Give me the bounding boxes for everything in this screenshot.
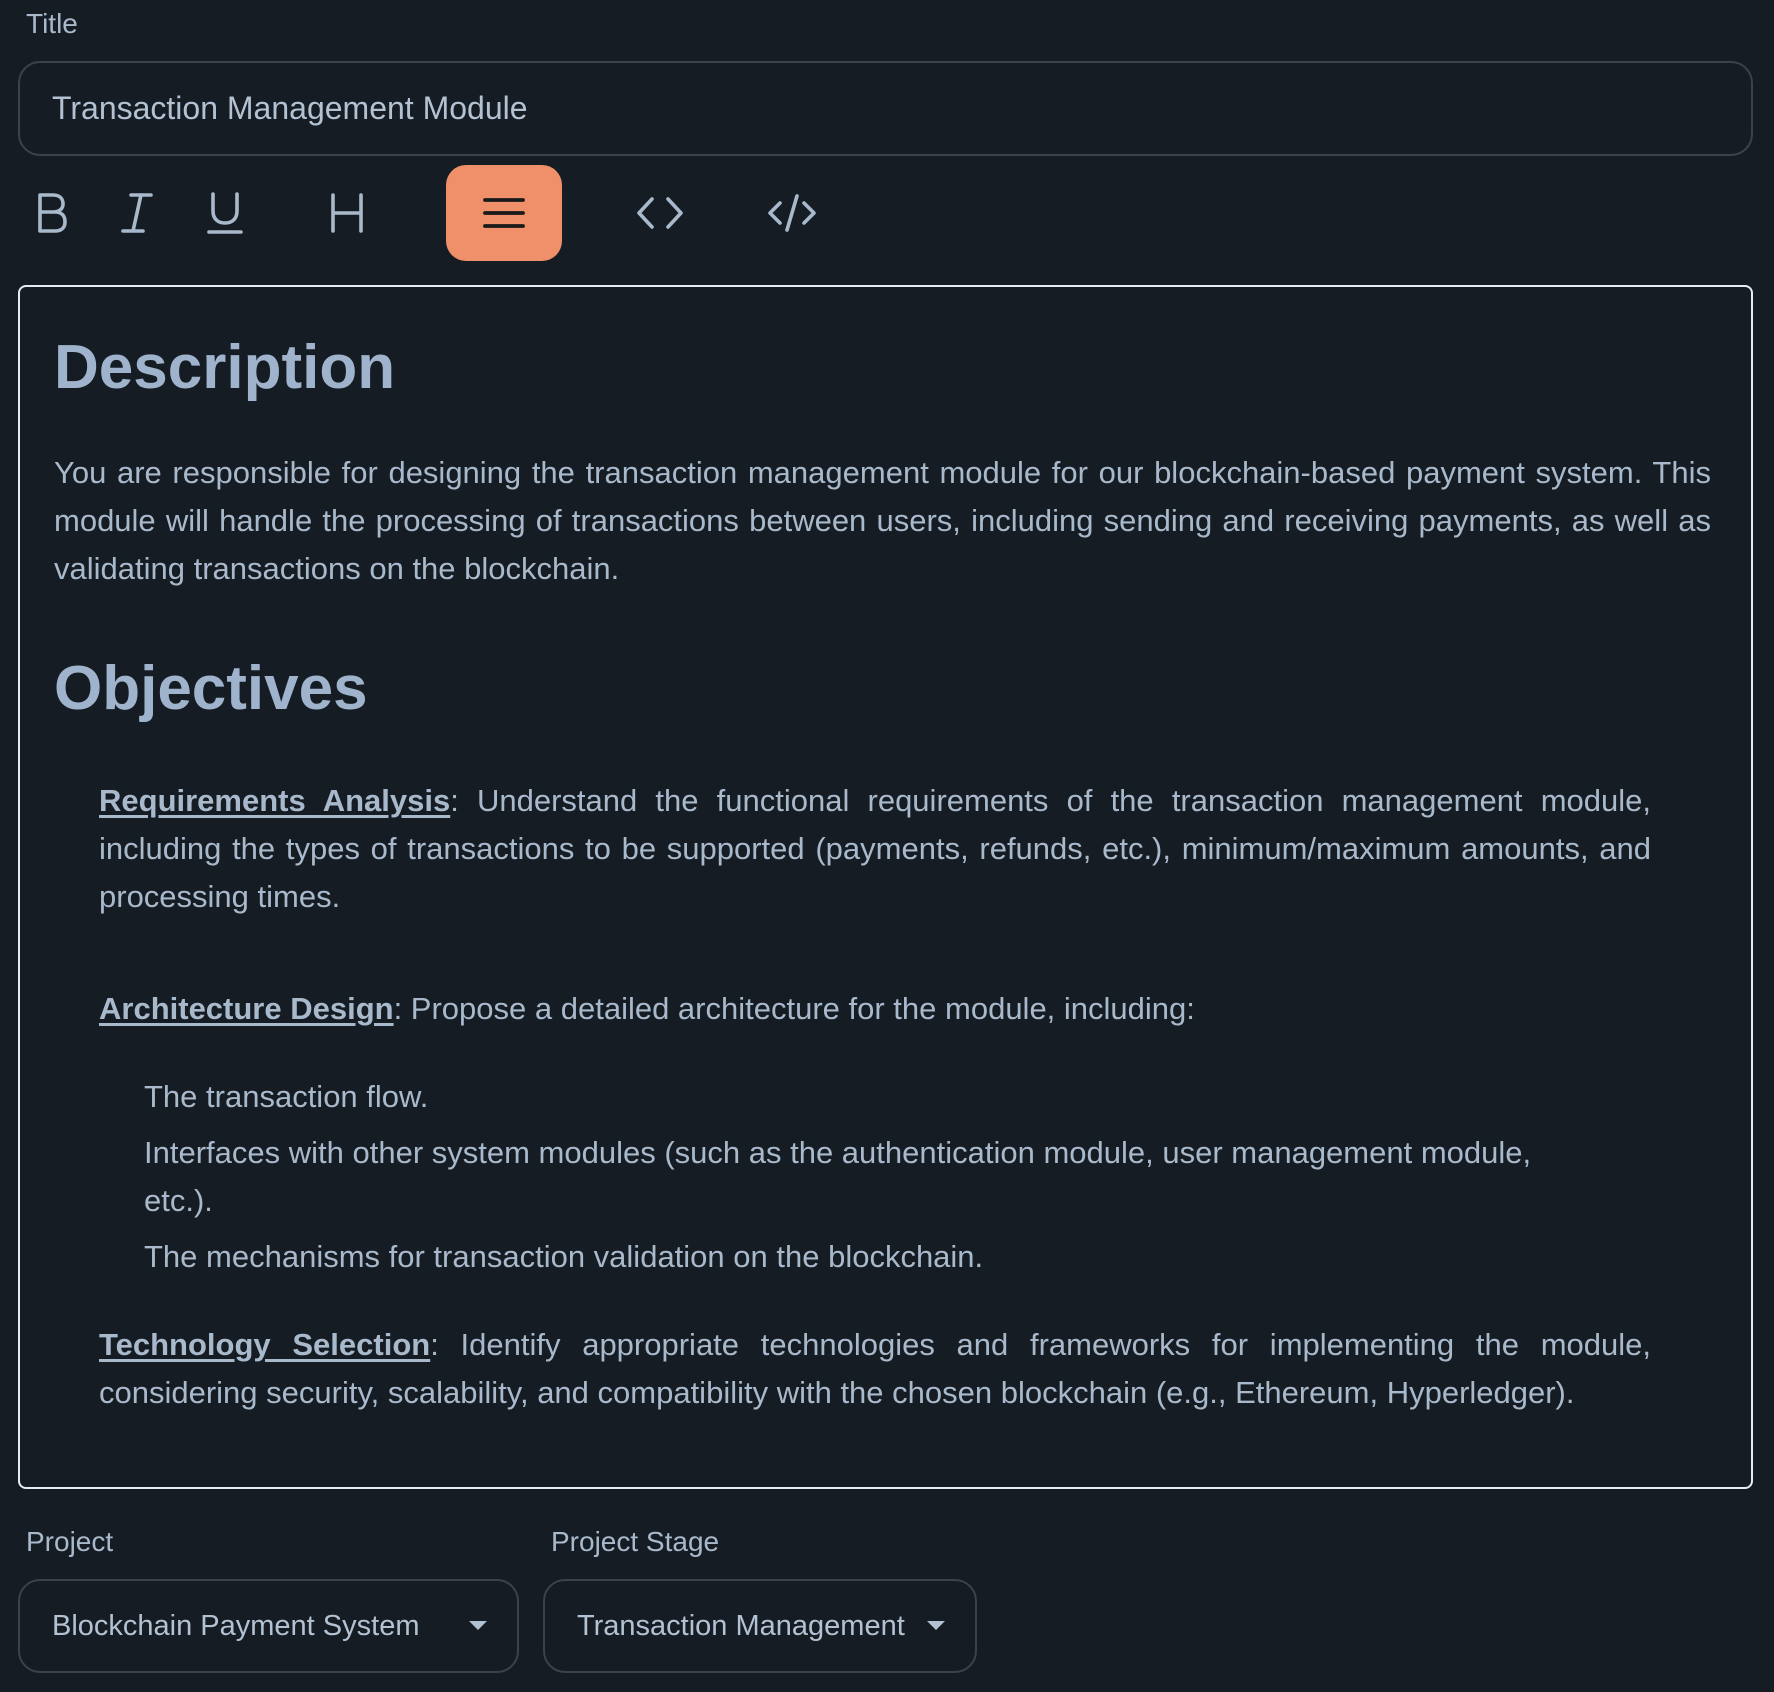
description-text: You are responsible for designing the tr… bbox=[54, 455, 1711, 586]
list-button[interactable] bbox=[446, 165, 562, 261]
title-label: Title bbox=[26, 8, 78, 39]
bold-button[interactable] bbox=[20, 165, 82, 261]
code-button[interactable] bbox=[630, 165, 690, 261]
underline-button[interactable] bbox=[194, 165, 256, 261]
rich-text-editor[interactable]: Description You are responsible for desi… bbox=[18, 285, 1753, 1489]
chevron-down-icon bbox=[927, 1621, 945, 1630]
objective-key-link[interactable]: Technology Selection bbox=[99, 1327, 430, 1362]
list-item: Technology Selection: Identify appropria… bbox=[99, 1321, 1651, 1417]
heading-button[interactable] bbox=[316, 165, 378, 261]
project-stage-label: Project Stage bbox=[551, 1526, 720, 1557]
title-input[interactable] bbox=[18, 61, 1753, 156]
project-stage-select[interactable]: Transaction Management bbox=[543, 1579, 977, 1673]
italic-icon bbox=[121, 193, 153, 233]
list-item: Requirements Analysis: Understand the fu… bbox=[99, 777, 1651, 921]
underline-icon bbox=[207, 192, 243, 234]
project-label: Project bbox=[26, 1526, 114, 1557]
code-block-button[interactable] bbox=[762, 165, 822, 261]
code-block-icon bbox=[768, 194, 816, 232]
italic-button[interactable] bbox=[106, 165, 168, 261]
list-icon bbox=[483, 198, 525, 228]
sub-list-item: The transaction flow. bbox=[144, 1079, 429, 1114]
project-select[interactable]: Blockchain Payment System bbox=[18, 1579, 519, 1673]
objective-key-link[interactable]: Architecture Design bbox=[99, 991, 394, 1026]
sub-list-item: The mechanisms for transaction validatio… bbox=[144, 1239, 984, 1274]
editor-toolbar bbox=[0, 165, 900, 261]
objective-key-link[interactable]: Requirements Analysis bbox=[99, 783, 450, 818]
objective-text: : Propose a detailed architecture for th… bbox=[393, 991, 1195, 1026]
objectives-heading: Objectives bbox=[54, 654, 368, 723]
chevron-down-icon bbox=[469, 1621, 487, 1630]
list-item: Architecture Design: Propose a detailed … bbox=[99, 985, 1651, 1033]
project-select-value: Blockchain Payment System bbox=[52, 1609, 420, 1642]
bold-icon bbox=[38, 193, 67, 233]
description-heading: Description bbox=[54, 333, 396, 402]
project-stage-select-value: Transaction Management bbox=[577, 1609, 905, 1642]
code-icon bbox=[637, 197, 683, 229]
heading-icon bbox=[331, 193, 363, 233]
sub-list-item: Interfaces with other system modules (su… bbox=[144, 1135, 1532, 1218]
